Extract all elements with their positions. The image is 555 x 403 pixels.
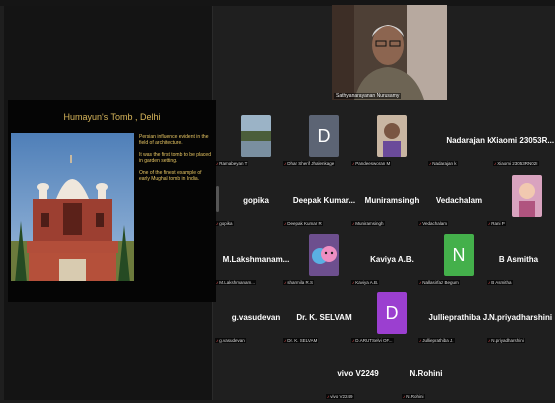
- mic-off-icon: ♪: [419, 338, 422, 343]
- mic-off-icon: ♪: [216, 338, 219, 343]
- slide-title: Humayun's Tomb , Delhi: [63, 112, 161, 122]
- presentation-slide: Humayun's Tomb , Delhi Persian influence…: [8, 100, 216, 302]
- participant-name-tag: ♪B Asmitha: [487, 280, 513, 285]
- participant-tile[interactable]: ♪Pandeesworan M: [348, 115, 436, 170]
- participant-name-tag: ♪Nallasirfaz Begum: [418, 280, 460, 285]
- participant-tile[interactable]: N.priyadharshini ♪N.priyadharshini: [486, 292, 555, 347]
- participant-name: N.Rohini: [409, 369, 443, 378]
- mic-off-icon: ♪: [284, 280, 287, 285]
- participant-tile[interactable]: N.Rohini ♪N.Rohini: [382, 348, 470, 403]
- participant-initial-avatar: N: [444, 234, 474, 276]
- monument-photo: [11, 133, 134, 281]
- speaker-name-label: Sathyanarayanan Nurusamy: [334, 93, 402, 99]
- mic-off-icon: ♪: [352, 221, 355, 226]
- slide-bullet-1: Persian influence evident in the field o…: [139, 134, 209, 147]
- participant-name-tag: ♪sharmila R.S: [283, 280, 315, 285]
- participant-name-tag: ♪Kaviya A.B.: [351, 280, 380, 285]
- mic-off-icon: ♪: [488, 338, 491, 343]
- speaker-video-tile[interactable]: Sathyanarayanan Nurusamy: [332, 5, 447, 100]
- participant-name: B Asmitha: [498, 255, 539, 264]
- mic-off-icon: ♪: [419, 280, 422, 285]
- participant-photo-baby: [512, 175, 542, 217]
- slide-bullet-2: It was the first tomb to be placed in ga…: [139, 151, 211, 165]
- meeting-window: Humayun's Tomb , Delhi Persian influence…: [0, 0, 555, 400]
- mic-off-icon: ♪: [488, 280, 491, 285]
- participant-name-tag: ♪Ramabeyan T: [215, 161, 249, 166]
- slide-bullets: Persian influence evident in the field o…: [139, 134, 211, 182]
- slide-bullet-3: One of the finest example of early Mugha…: [139, 169, 202, 183]
- participant-tile[interactable]: ♪Rani P: [486, 175, 551, 230]
- mic-off-icon: ♪: [284, 161, 287, 166]
- mic-off-icon: ♪: [403, 394, 406, 399]
- mic-off-icon: ♪: [494, 161, 497, 166]
- participant-name-tag: ♪D.ARUTSelvi OF...: [351, 338, 394, 343]
- participant-name-tag: ♪vivo V2249: [326, 394, 354, 399]
- mic-off-icon: ♪: [488, 221, 491, 226]
- participant-tile[interactable]: B Asmitha ♪B Asmitha: [486, 234, 551, 289]
- participant-name-tag: ♪N.priyadharshini: [487, 338, 525, 343]
- participant-initial-avatar: D: [309, 115, 339, 157]
- participant-emoji-avatar: [309, 234, 339, 276]
- mic-off-icon: ♪: [284, 221, 287, 226]
- participant-photo-lake: [241, 115, 271, 157]
- participant-name-tag: ♪Dr. K. SELVAM: [283, 338, 319, 343]
- mic-off-icon: ♪: [429, 161, 432, 166]
- participant-name-tag: ♪Muniramsingh: [351, 221, 385, 226]
- mic-off-icon: ♪: [352, 338, 355, 343]
- participant-name-tag: ♪Deepak Kumar R: [283, 221, 323, 226]
- participant-name-tag: ♪N.Rohini: [402, 394, 425, 399]
- mic-off-icon: ♪: [216, 161, 219, 166]
- participant-name-tag: ♪Jullieprathiba J.: [418, 338, 455, 343]
- speaker-video: [332, 5, 447, 100]
- participant-tile[interactable]: Xiaomi 23053R... ♪Xiaomi 23053RN02I: [490, 115, 555, 170]
- participant-name-tag: ♪Rani P: [487, 221, 506, 226]
- participant-name-tag: ♪M.Lakshmanam...: [215, 280, 257, 285]
- mic-off-icon: ♪: [216, 221, 219, 226]
- participant-name-tag: ♪Vedachalam: [418, 221, 449, 226]
- participant-photo-person: [377, 115, 407, 157]
- mic-off-icon: ♪: [419, 221, 422, 226]
- mic-off-icon: ♪: [327, 394, 330, 399]
- mic-off-icon: ♪: [284, 338, 287, 343]
- participant-name-tag: ♪gopika: [215, 221, 234, 226]
- mic-off-icon: ♪: [352, 161, 355, 166]
- participant-name-tag: ♪Xiaomi 23053RN02I: [493, 161, 539, 166]
- participant-name-tag: ♪g.vasudevan: [215, 338, 246, 343]
- participant-name: Xiaomi 23053R...: [490, 136, 555, 145]
- participant-initial-avatar: D: [377, 292, 407, 334]
- participant-name-tag: ♪Dhar Sherif Jhalenkage: [283, 161, 336, 166]
- participant-name: N.priyadharshini: [488, 313, 553, 322]
- participant-name-tag: ♪Pandeesworan M: [351, 161, 392, 166]
- participant-name-tag: ♪Nadarajan k: [428, 161, 458, 166]
- mic-off-icon: ♪: [216, 280, 219, 285]
- mic-off-icon: ♪: [352, 280, 355, 285]
